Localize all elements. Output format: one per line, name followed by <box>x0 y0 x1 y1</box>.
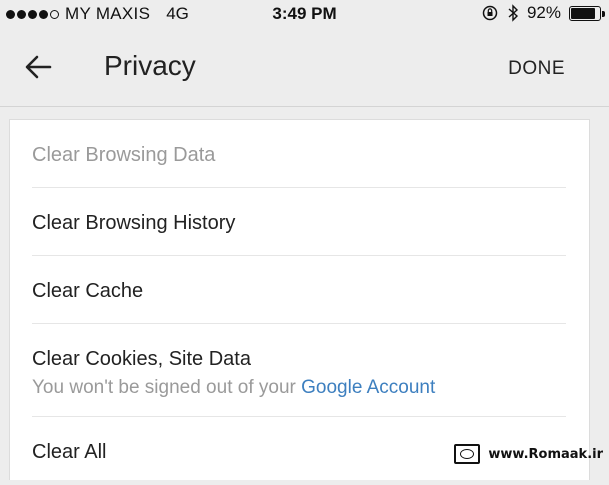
back-button[interactable] <box>22 50 56 84</box>
status-bar: MY MAXIS 4G 3:49 PM 92% <box>0 0 609 28</box>
list-item-label: Clear All <box>32 441 107 463</box>
watermark-logo-icon <box>454 444 481 464</box>
watermark-text: www.Romaak.ir <box>488 446 603 462</box>
app-header: Privacy DONE <box>0 28 609 107</box>
done-button[interactable]: DONE <box>508 58 565 80</box>
google-account-link[interactable]: Google Account <box>301 377 435 398</box>
bluetooth-icon <box>508 4 518 22</box>
list-item-clear-cache[interactable]: Clear Cache <box>32 256 566 324</box>
list-item-label: Clear Cookies, Site Data <box>32 348 251 370</box>
list-item-subtitle: You won't be signed out of your Google A… <box>32 377 435 399</box>
list-item-clear-cookies[interactable]: Clear Cookies, Site Data You won't be si… <box>32 324 566 417</box>
watermark: www.Romaak.ir <box>454 444 603 464</box>
section-header: Clear Browsing Data <box>32 144 216 166</box>
battery-icon <box>569 5 605 21</box>
orientation-lock-icon <box>482 5 498 21</box>
battery-level <box>571 7 595 19</box>
list-item-label: Clear Browsing History <box>32 212 236 234</box>
list-item-clear-browsing-history[interactable]: Clear Browsing History <box>32 188 566 256</box>
arrow-left-icon <box>25 55 52 79</box>
page-title: Privacy <box>104 50 196 81</box>
privacy-settings-card: Clear Browsing Data Clear Browsing Histo… <box>9 119 590 480</box>
status-right: 92% <box>481 3 605 23</box>
list-item-label: Clear Cache <box>32 280 144 302</box>
list-item-clear-browsing-data: Clear Browsing Data <box>32 120 566 188</box>
subtitle-text: You won't be signed out of your <box>32 377 302 398</box>
battery-percent: 92% <box>526 3 561 22</box>
